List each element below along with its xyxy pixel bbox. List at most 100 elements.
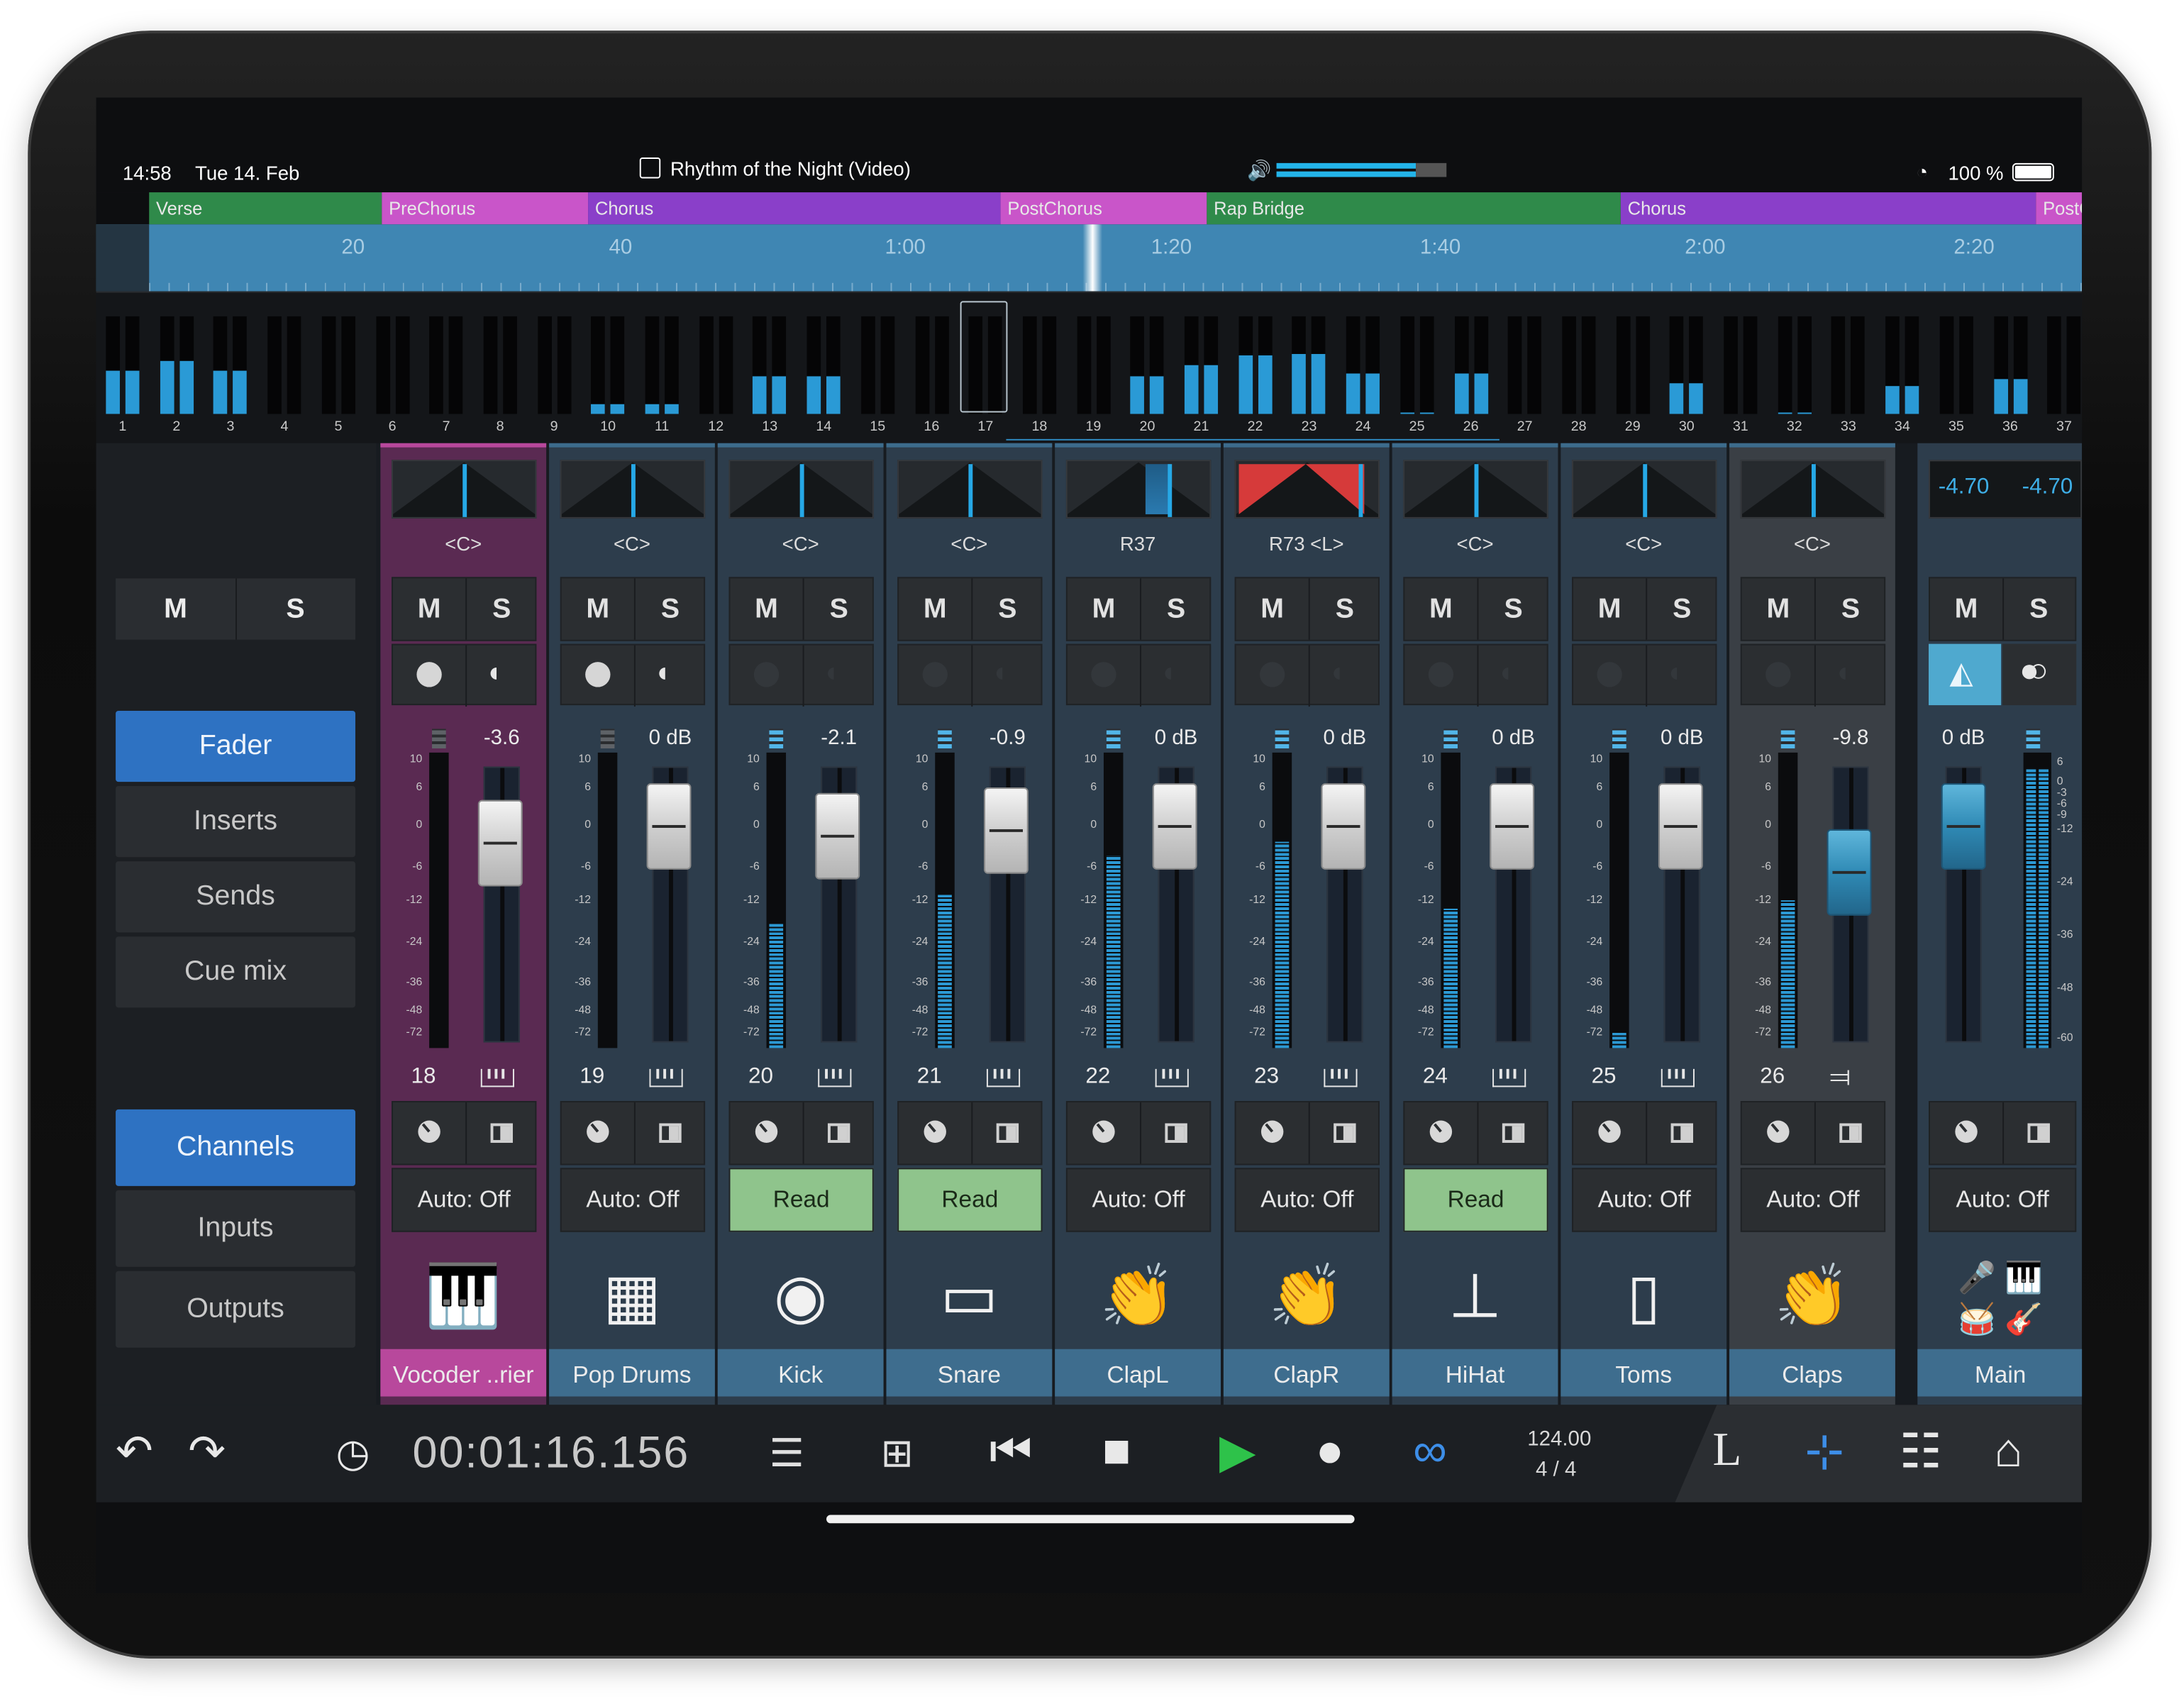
solo-button[interactable]: S xyxy=(1140,578,1212,639)
knob-icon[interactable] xyxy=(1260,1120,1284,1143)
overview-channel[interactable]: 23 xyxy=(1288,305,1330,435)
overview-channel[interactable]: 13 xyxy=(749,305,791,435)
arranger-section[interactable]: Chorus xyxy=(1620,192,2036,225)
pan-control[interactable] xyxy=(392,460,537,519)
mute-button[interactable]: M xyxy=(1573,578,1646,639)
solo-button[interactable]: S xyxy=(1477,578,1549,639)
overview-channel[interactable]: 3 xyxy=(209,305,251,435)
solo-button[interactable]: S xyxy=(465,578,538,639)
knob-icon[interactable] xyxy=(587,1120,609,1143)
fader-handle[interactable] xyxy=(646,783,692,870)
arranger-track[interactable]: Verse PreChorus Chorus PostChorus Rap Bridge… xyxy=(96,192,2083,225)
insert-icon[interactable] xyxy=(1670,1123,1693,1143)
play-icon[interactable]: ▶ xyxy=(1219,1424,1255,1481)
main-insert-icon[interactable] xyxy=(2027,1123,2050,1143)
add-marker-icon[interactable]: ⊞ xyxy=(881,1430,914,1476)
fader-handle[interactable] xyxy=(1152,783,1197,870)
overview-channel[interactable]: 10 xyxy=(587,305,629,435)
source-inputs-button[interactable]: Inputs xyxy=(116,1190,355,1267)
clock-icon[interactable]: ◷ xyxy=(336,1430,370,1476)
clip-indicator[interactable] xyxy=(769,729,784,748)
overview-channel[interactable]: 37 xyxy=(2043,305,2082,435)
pan-control[interactable] xyxy=(1740,460,1886,519)
overview-channel[interactable]: 15 xyxy=(857,305,899,435)
overview-channel[interactable]: 4 xyxy=(263,305,305,435)
clip-indicator[interactable] xyxy=(600,729,615,748)
monitor-icon[interactable]: ◖ xyxy=(1665,658,1683,690)
overview-selection[interactable] xyxy=(960,301,1008,413)
overview-channel[interactable]: 36 xyxy=(1989,305,2031,435)
pan-control[interactable] xyxy=(1572,460,1717,519)
channel-name[interactable]: ClapL xyxy=(1055,1349,1221,1397)
home-icon[interactable]: ⌂ xyxy=(1994,1424,2022,1479)
monitor-icon[interactable]: ◖ xyxy=(822,658,839,690)
record-arm-icon[interactable] xyxy=(922,662,948,687)
overview-channel[interactable]: 20 xyxy=(1126,305,1168,435)
pan-control[interactable] xyxy=(1403,460,1548,519)
track-list-icon[interactable]: ☷ xyxy=(1900,1424,1942,1481)
overview-channel[interactable]: 14 xyxy=(803,305,845,435)
automation-button[interactable]: Read xyxy=(728,1168,874,1232)
clip-indicator[interactable] xyxy=(1106,729,1121,748)
overview-channel[interactable]: 28 xyxy=(1558,305,1600,435)
mute-button[interactable]: M xyxy=(393,578,465,639)
knob-icon[interactable] xyxy=(1429,1120,1453,1143)
overview-channel[interactable]: 33 xyxy=(1827,305,1869,435)
metronome-button[interactable]: ◭ xyxy=(1929,643,2002,706)
fader-handle[interactable] xyxy=(815,792,860,880)
mute-button[interactable]: M xyxy=(1742,578,1814,639)
time-signature[interactable]: 4 / 4 xyxy=(1536,1458,1576,1481)
loop-icon[interactable]: ∞ xyxy=(1413,1424,1447,1479)
channel-overview[interactable]: 1 2 3 4 5 6 7 8 9 10 11 12 13 14 15 16 17 18 19 20 21 22 23 24 2… xyxy=(96,291,2083,443)
monitor-icon[interactable]: ◖ xyxy=(485,658,502,690)
view-sends-button[interactable]: Sends xyxy=(116,861,355,933)
record-arm-icon[interactable] xyxy=(1428,662,1454,687)
overview-channel[interactable]: 1 xyxy=(101,305,143,435)
channel-name[interactable]: Vocoder ..rier xyxy=(380,1349,547,1397)
channel-name[interactable]: Pop Drums xyxy=(549,1349,715,1397)
fader-handle[interactable] xyxy=(1321,783,1366,870)
automation-button[interactable]: Auto: Off xyxy=(1572,1168,1717,1232)
arranger-section[interactable]: PostChorus xyxy=(1000,192,1207,225)
overview-channel[interactable]: 30 xyxy=(1665,305,1707,435)
knob-icon[interactable] xyxy=(1598,1120,1621,1143)
mute-button[interactable]: M xyxy=(1068,578,1140,639)
automation-button[interactable]: Read xyxy=(897,1168,1043,1232)
solo-button[interactable]: S xyxy=(1814,578,1887,639)
overview-channel[interactable]: 11 xyxy=(641,305,683,435)
fader-handle[interactable] xyxy=(477,799,523,887)
stop-icon[interactable]: ■ xyxy=(1102,1424,1131,1479)
pan-control[interactable] xyxy=(897,460,1043,519)
arranger-section[interactable]: Chorus xyxy=(588,192,1001,225)
channel-name[interactable]: ClapR xyxy=(1223,1349,1390,1397)
fader-handle[interactable] xyxy=(1490,783,1535,870)
insert-icon[interactable] xyxy=(827,1123,850,1143)
overview-channel[interactable]: 31 xyxy=(1719,305,1761,435)
pan-control[interactable] xyxy=(560,460,706,519)
monitor-icon[interactable]: ◖ xyxy=(1160,658,1177,690)
undo-icon[interactable]: ↶ xyxy=(116,1424,153,1478)
overview-channel[interactable]: 16 xyxy=(911,305,953,435)
pan-control[interactable] xyxy=(1065,460,1212,519)
mute-button[interactable]: M xyxy=(899,578,971,639)
mute-button[interactable]: M xyxy=(562,578,634,639)
arranger-section[interactable]: Rap Bridge xyxy=(1207,192,1621,225)
knob-icon[interactable] xyxy=(418,1120,440,1143)
monitor-icon[interactable]: ◖ xyxy=(653,658,670,690)
knob-icon[interactable] xyxy=(924,1120,946,1143)
overview-channel[interactable]: 21 xyxy=(1180,305,1222,435)
automation-button[interactable]: Auto: Off xyxy=(560,1168,706,1232)
mono-stereo-button[interactable]: ●○ xyxy=(2002,643,2077,706)
redo-icon[interactable]: ↷ xyxy=(188,1424,226,1478)
tempo-display[interactable]: 124.00 xyxy=(1527,1427,1591,1451)
knob-icon[interactable] xyxy=(1092,1120,1115,1143)
automation-button[interactable]: Auto: Off xyxy=(1740,1168,1886,1232)
record-arm-icon[interactable] xyxy=(753,662,780,687)
insert-icon[interactable] xyxy=(490,1123,513,1143)
automation-button[interactable]: Auto: Off xyxy=(1234,1168,1380,1232)
monitor-icon[interactable]: ◖ xyxy=(1328,658,1345,690)
overview-channel[interactable]: 26 xyxy=(1450,305,1492,435)
record-arm-icon[interactable] xyxy=(1766,662,1791,687)
mixer-view-icon[interactable]: ⊹ xyxy=(1805,1424,1844,1481)
clip-indicator[interactable] xyxy=(938,729,952,748)
